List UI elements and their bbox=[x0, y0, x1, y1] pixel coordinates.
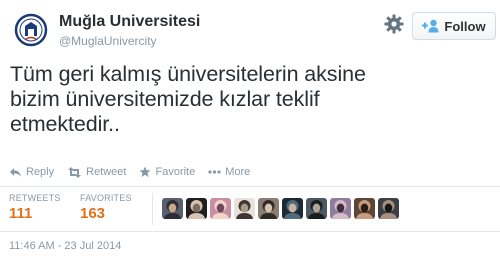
tweet-text: Tüm geri kalmış üniversitelerin aksine b… bbox=[10, 62, 366, 136]
avatar[interactable] bbox=[13, 12, 49, 48]
favorite-button[interactable]: Favorite bbox=[139, 166, 195, 178]
reply-button[interactable]: Reply bbox=[9, 166, 54, 178]
favorites-label: FAVORITES bbox=[80, 193, 132, 203]
university-logo-icon bbox=[13, 12, 49, 48]
favoriter-avatar[interactable] bbox=[210, 198, 231, 219]
more-button[interactable]: More bbox=[208, 166, 250, 178]
user-handle[interactable]: @MuglaUnivercity bbox=[59, 34, 157, 48]
star-icon bbox=[139, 166, 151, 177]
divider bbox=[0, 186, 500, 187]
favoriter-avatar[interactable] bbox=[186, 198, 207, 219]
stats-separator bbox=[152, 193, 153, 225]
favoriter-avatar[interactable] bbox=[282, 198, 303, 219]
favoriter-avatar[interactable] bbox=[306, 198, 327, 219]
retweet-button[interactable]: Retweet bbox=[67, 166, 126, 178]
favoriter-avatar[interactable] bbox=[378, 198, 399, 219]
favoriter-avatar[interactable] bbox=[234, 198, 255, 219]
retweets-stat[interactable]: RETWEETS 111 bbox=[9, 193, 61, 222]
more-icon bbox=[208, 170, 221, 174]
favoriter-avatar[interactable] bbox=[354, 198, 375, 219]
more-label: More bbox=[225, 166, 251, 178]
retweet-icon bbox=[68, 166, 82, 178]
tweet-actions: Reply Retweet Favorite More bbox=[9, 166, 263, 178]
add-user-icon bbox=[422, 19, 439, 33]
favorites-stat[interactable]: FAVORITES 163 bbox=[80, 193, 132, 222]
timestamp[interactable]: 11:46 AM - 23 Jul 2014 bbox=[9, 240, 121, 252]
favorites-count: 163 bbox=[80, 205, 106, 222]
follow-button-label: Follow bbox=[444, 18, 486, 34]
follow-button[interactable]: Follow bbox=[412, 12, 496, 40]
gear-icon[interactable] bbox=[383, 13, 405, 35]
reply-icon bbox=[10, 167, 21, 177]
retweet-label: Retweet bbox=[86, 166, 127, 178]
reply-label: Reply bbox=[26, 166, 55, 178]
user-name[interactable]: Muğla Universitesi bbox=[59, 13, 200, 31]
favoriter-avatar[interactable] bbox=[162, 198, 183, 219]
divider bbox=[0, 231, 500, 232]
favorite-label: Favorite bbox=[155, 166, 196, 178]
favoriter-avatar[interactable] bbox=[258, 198, 279, 219]
retweets-count: 111 bbox=[9, 205, 33, 222]
favoriters-list bbox=[162, 198, 399, 219]
retweets-label: RETWEETS bbox=[9, 193, 61, 203]
favoriter-avatar[interactable] bbox=[330, 198, 351, 219]
